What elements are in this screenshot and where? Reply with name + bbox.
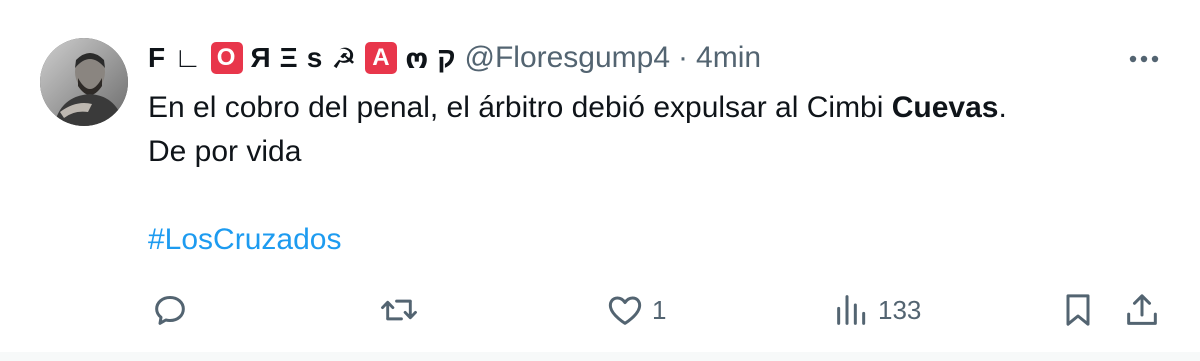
tweet-card[interactable]: F ∟ O Я Ξs ☭ Aო ק @Floresgump4 · 4min En el cob…	[0, 0, 1200, 352]
reply-button[interactable]	[150, 290, 196, 330]
tweet-timestamp[interactable]: 4min	[696, 41, 761, 75]
author-display-name[interactable]: F ∟ O Я Ξs ☭ Aო ק	[148, 42, 465, 75]
display-name-char: F	[148, 42, 167, 73]
display-name-badge-char: A	[365, 42, 398, 74]
hashtag-link[interactable]: #LosCruzados	[148, 223, 341, 256]
display-name-char: ∟	[174, 42, 203, 73]
tweet-hashtag-line: #LosCruzados	[148, 218, 1158, 262]
tweet-text-bold: Cuevas	[891, 91, 999, 124]
display-name-char: ק	[437, 42, 457, 73]
display-name-char: ☭	[331, 42, 358, 74]
display-name-char: ო	[405, 42, 430, 74]
author-avatar[interactable]	[40, 38, 128, 126]
tweet-text-suffix: .	[998, 91, 1007, 124]
more-options-button[interactable]	[1124, 44, 1164, 74]
bookmark-button[interactable]	[1058, 290, 1098, 330]
views-button[interactable]: 133	[832, 290, 921, 330]
views-count: 133	[878, 294, 922, 325]
tweet-text: En el cobro del penal, el árbitro debió …	[148, 86, 1158, 262]
share-icon	[1127, 294, 1157, 325]
tweet-text-line-1: En el cobro del penal, el árbitro debió …	[148, 86, 1158, 130]
tweet-text-prefix: En el cobro del penal, el árbitro debió …	[148, 91, 892, 124]
like-button[interactable]: 1	[604, 290, 666, 330]
tweet-text-line-2: De por vida	[148, 135, 302, 168]
display-name-badge-char: O	[210, 42, 243, 74]
tweet-header: F ∟ O Я Ξs ☭ Aო ק @Floresgump4 · 4min	[148, 38, 761, 78]
author-handle[interactable]: @Floresgump4	[465, 41, 671, 75]
display-name-char: s	[306, 42, 324, 73]
display-name-char: Ξ	[279, 42, 299, 73]
bookmark-icon	[1066, 294, 1090, 326]
views-chart-icon	[837, 295, 866, 325]
display-name-char: Я	[250, 42, 272, 73]
heart-icon	[608, 296, 642, 325]
retweet-button[interactable]	[378, 290, 426, 330]
avatar-photo-icon	[40, 38, 128, 126]
tweet-actions: 1 133	[0, 290, 1200, 330]
retweet-icon	[381, 299, 417, 321]
share-button[interactable]	[1122, 290, 1162, 330]
reply-icon	[155, 296, 185, 325]
header-separator: ·	[678, 41, 689, 74]
more-dots-icon	[1129, 55, 1159, 63]
like-count: 1	[652, 294, 667, 325]
